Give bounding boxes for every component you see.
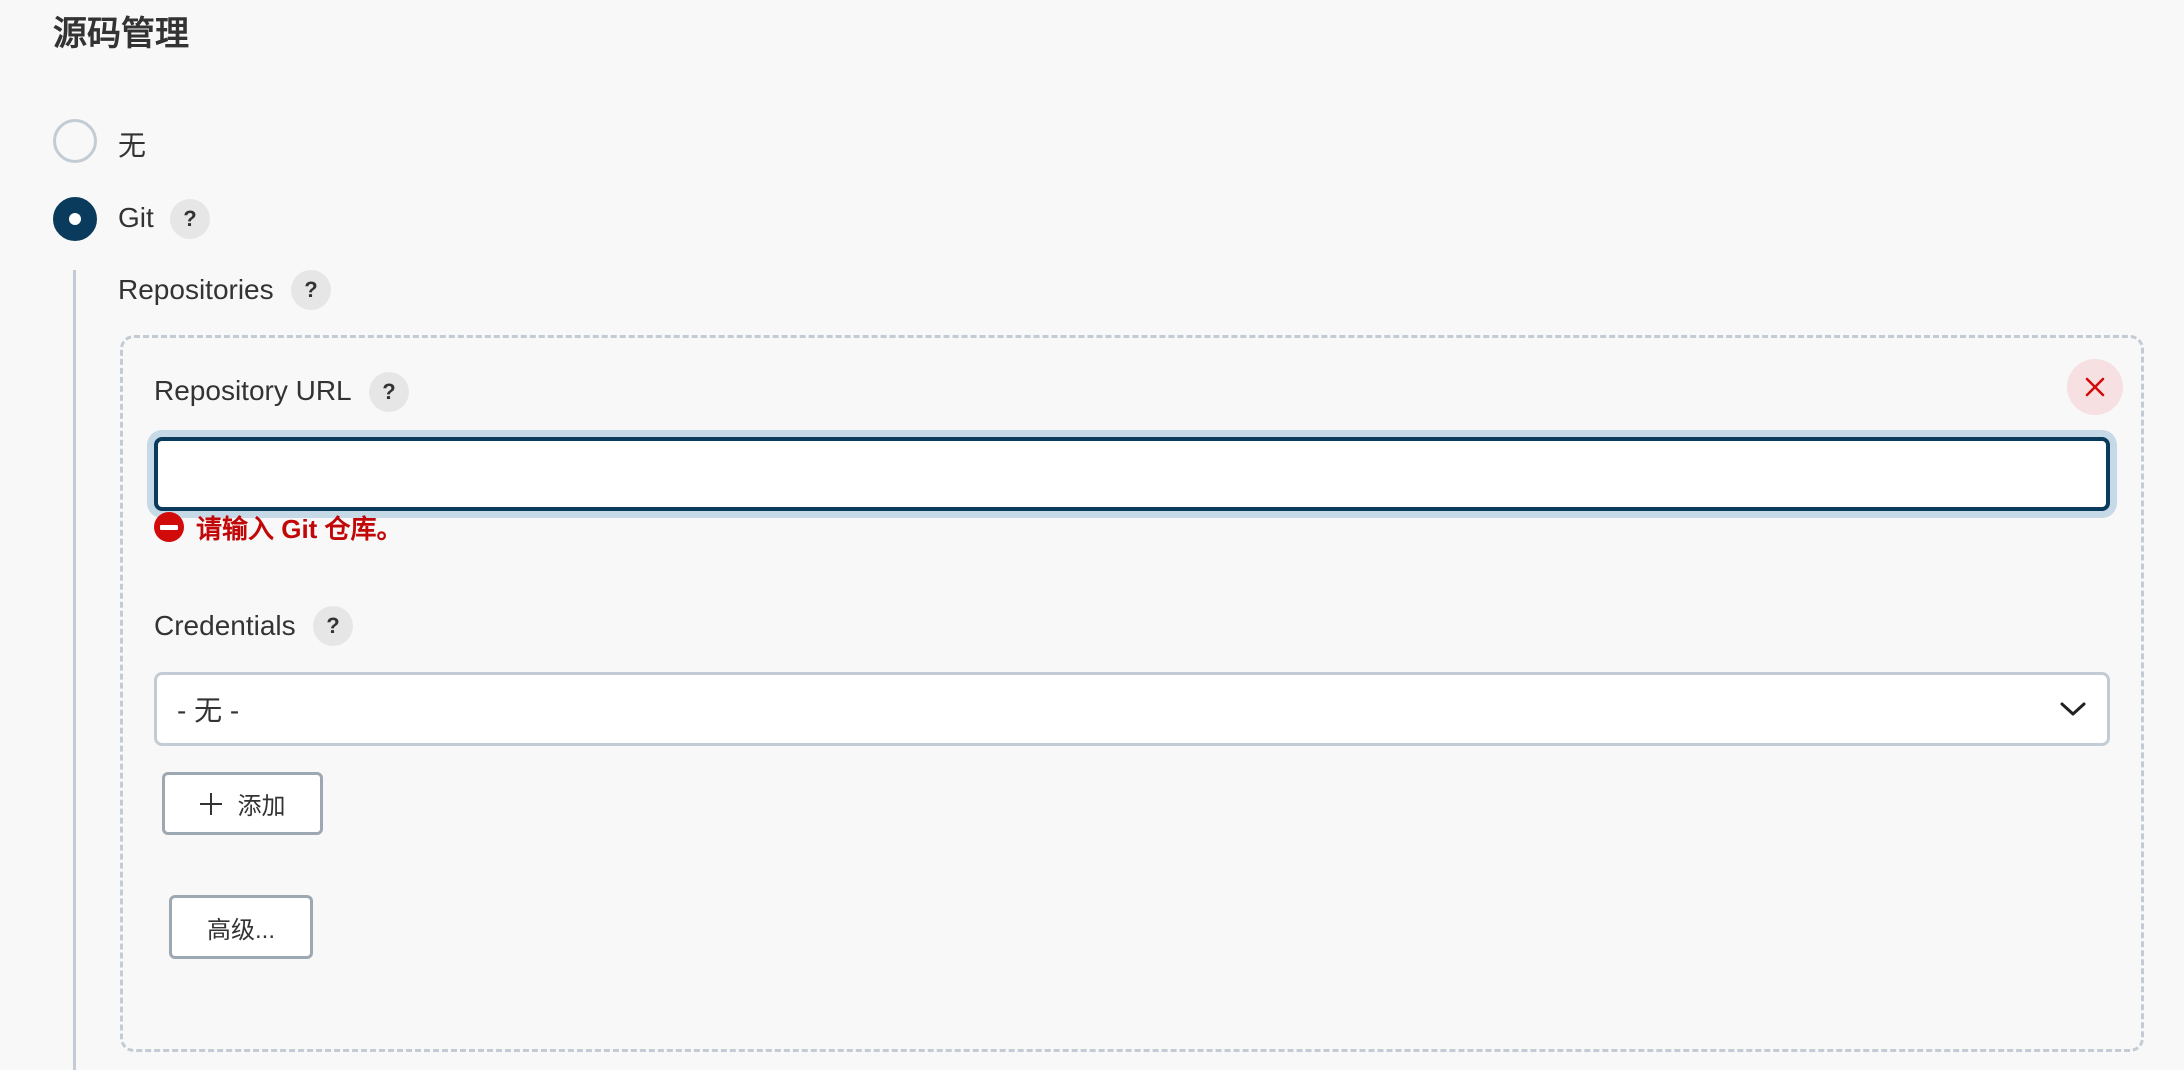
radio-git-label[interactable]: Git <box>118 202 154 234</box>
git-help-icon[interactable]: ? <box>170 199 210 239</box>
section-title: 源码管理 <box>53 15 189 53</box>
close-icon <box>2085 377 2105 397</box>
repository-url-input[interactable] <box>154 437 2110 511</box>
credentials-select[interactable]: - 无 - <box>154 672 2110 746</box>
add-button-label: 添加 <box>237 793 286 820</box>
chevron-down-icon <box>2060 702 2086 716</box>
radio-git[interactable] <box>53 197 97 241</box>
error-text: 请输入 Git 仓库。 <box>196 513 403 544</box>
delete-repository-button[interactable] <box>2067 359 2123 415</box>
error-icon <box>154 512 184 542</box>
plus-icon <box>199 792 222 815</box>
repository-url-label: Repository URL <box>154 375 352 406</box>
credentials-label: Credentials <box>154 610 296 641</box>
add-credentials-button[interactable]: 添加 <box>162 772 323 835</box>
advanced-button[interactable]: 高级... <box>169 895 313 959</box>
repositories-label: Repositories <box>118 274 274 305</box>
credentials-help-icon[interactable]: ? <box>313 606 353 646</box>
radio-none[interactable] <box>53 119 97 163</box>
repository-url-help-icon[interactable]: ? <box>369 372 409 412</box>
radio-none-label[interactable]: 无 <box>118 124 146 164</box>
scm-config-page: 源码管理 无 Git ? Repositories ? Repository U… <box>0 0 2184 1070</box>
credentials-selected-value: - 无 - <box>177 695 240 726</box>
repositories-help-icon[interactable]: ? <box>291 270 331 310</box>
repository-url-error: 请输入 Git 仓库。 <box>154 511 403 544</box>
indent-line <box>73 270 76 1070</box>
